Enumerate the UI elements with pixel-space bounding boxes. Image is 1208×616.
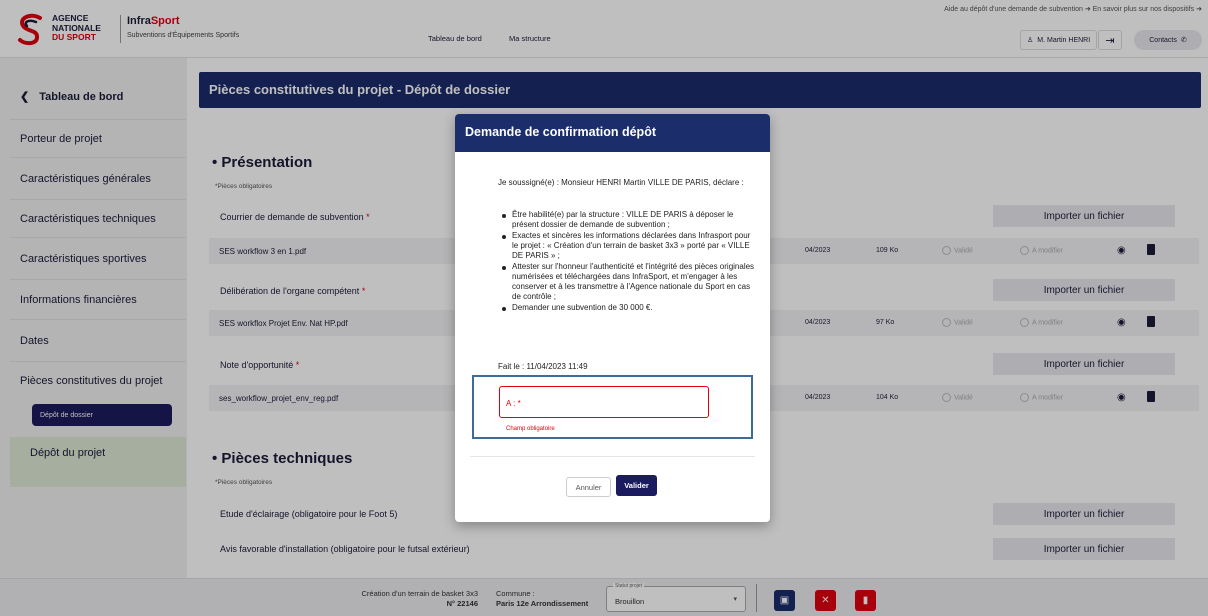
modal-divider — [470, 456, 755, 457]
modal-title: Demande de confirmation dépôt — [455, 114, 770, 152]
declaration-item: Demander une subvention de 30 000 €. — [500, 303, 755, 313]
confirmation-modal: Demande de confirmation dépôt Je soussig… — [455, 114, 770, 522]
validate-button[interactable]: Valider — [616, 475, 657, 496]
declaration-list: Être habilité(e) par la structure : VILL… — [500, 210, 755, 314]
declaration-item: Attester sur l'honneur l'authenticité et… — [500, 262, 755, 302]
modal-intro: Je soussigné(e) : Monsieur HENRI Martin … — [498, 178, 744, 187]
highlight-box — [472, 375, 753, 439]
declaration-item: Exactes et sincères les informations déc… — [500, 231, 755, 261]
declaration-item: Être habilité(e) par la structure : VILL… — [500, 210, 755, 230]
cancel-modal-button[interactable]: Annuler — [566, 477, 611, 497]
modal-date: Fait le : 11/04/2023 11:49 — [498, 362, 588, 371]
